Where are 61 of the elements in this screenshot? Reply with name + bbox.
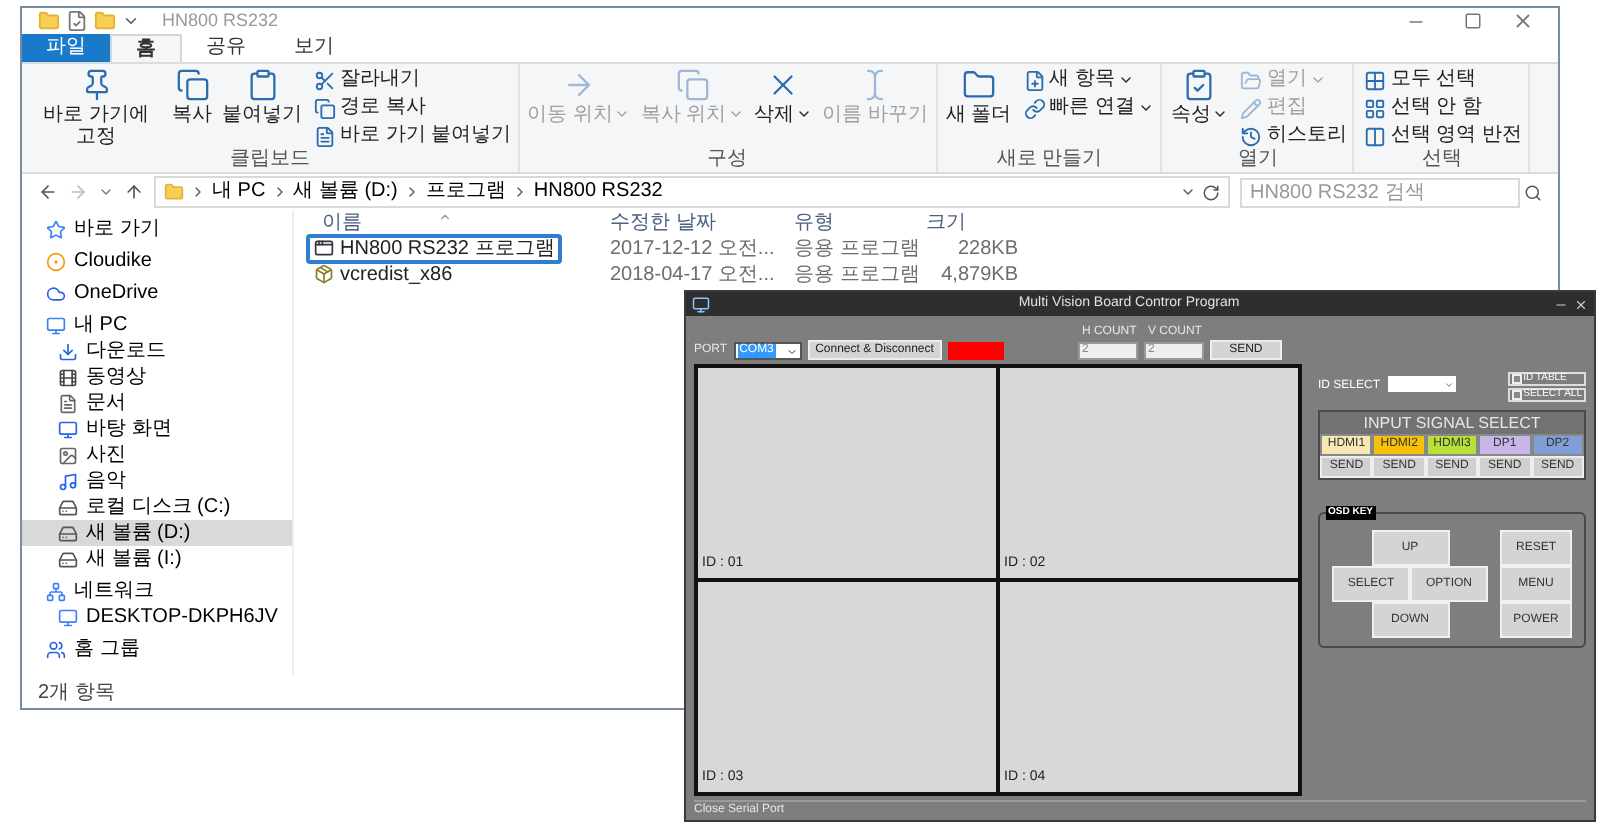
ribbon-tab[interactable]: 홈 <box>110 34 182 62</box>
column-header[interactable]: 크기 <box>922 212 1022 236</box>
ribbon-button[interactable]: 속성 <box>1168 68 1231 126</box>
sidebar-item[interactable]: Cloudike <box>22 248 292 274</box>
ribbon-tab[interactable]: 보기 <box>270 34 358 62</box>
ribbon-button[interactable]: 붙여넣기 <box>220 68 304 126</box>
sidebar-item[interactable]: 동영상 <box>22 364 292 390</box>
file-name[interactable]: vcredist_x86 <box>306 259 461 290</box>
file-date: 2017-12-12 오전... <box>608 238 777 260</box>
sidebar-item[interactable]: 바탕 화면 <box>22 416 292 442</box>
path-segment[interactable]: 프로그램 <box>425 180 506 204</box>
ribbon-button[interactable]: 바로 가기 붙여넣기 <box>314 124 512 148</box>
ribbon-button[interactable]: 선택 영역 반전 <box>1364 124 1523 148</box>
ribbon-tab[interactable]: 파일 <box>22 34 110 62</box>
sidebar-item[interactable]: 다운로드 <box>22 338 292 364</box>
sidebar-item[interactable]: 로컬 디스크 (C:) <box>22 494 292 520</box>
sidebar-item[interactable]: 홈 그룹 <box>22 636 292 662</box>
ribbon-button[interactable]: 모두 선택 <box>1364 68 1523 92</box>
sidebar-item[interactable]: 네트워크 <box>22 578 292 604</box>
file-size: 4,879KB <box>939 264 1020 286</box>
ribbon-button[interactable]: 히스토리 <box>1240 124 1347 148</box>
ribbon-button[interactable]: 바로 가기에 고정 <box>28 68 164 148</box>
address-bar[interactable]: 내 PC 새 볼륨 (D:) 프로그램 HN800 RS232 <box>154 176 1230 208</box>
window-title: HN800 RS232 <box>162 7 279 34</box>
ribbon-button[interactable]: 복사 <box>170 68 214 126</box>
item-count: 2개 항목 <box>38 679 115 707</box>
sidebar-item[interactable]: 바로 가기 <box>22 216 292 242</box>
column-header[interactable]: 이름 <box>306 212 606 236</box>
ribbon-button[interactable]: 새 폴더 <box>943 68 1014 126</box>
file-name[interactable]: HN800 RS232 프로그램 <box>306 233 563 264</box>
sidebar-item[interactable]: 내 PC <box>22 312 292 338</box>
sidebar-item[interactable]: 사진 <box>22 442 292 468</box>
column-header[interactable]: 유형 <box>790 212 922 236</box>
group-label: 구성 <box>705 148 750 172</box>
path-segment[interactable]: HN800 RS232 <box>533 180 663 204</box>
ribbon-tab[interactable]: 공유 <box>182 34 270 62</box>
ribbon-button[interactable]: 경로 복사 <box>314 96 512 120</box>
sidebar-item[interactable]: 문서 <box>22 390 292 416</box>
column-header[interactable]: 수정한 날짜 <box>606 212 790 236</box>
panel-title: INPUT SIGNAL SELECT <box>1361 412 1543 434</box>
path-segment[interactable]: 새 볼륨 (D:) <box>293 180 398 204</box>
ribbon-button[interactable]: 빠른 연결 <box>1023 96 1155 120</box>
file-date: 2018-04-17 오전... <box>608 264 777 286</box>
group-label: 클립보드 <box>227 148 312 172</box>
file-size: 228KB <box>955 238 1020 260</box>
group-label: 새로 만들기 <box>994 148 1105 172</box>
file-type: 응용 프로그램 <box>792 264 922 286</box>
group-label: 열기 <box>1235 148 1280 172</box>
sidebar-item[interactable]: OneDrive <box>22 280 292 306</box>
sidebar-item[interactable]: 새 볼륨 (I:) <box>22 546 292 572</box>
path-segment[interactable]: 내 PC <box>212 180 266 204</box>
file-type: 응용 프로그램 <box>792 238 922 260</box>
ribbon-button[interactable]: 잘라내기 <box>314 68 512 92</box>
ribbon-button[interactable]: 선택 안 함 <box>1364 96 1523 120</box>
group-label: 선택 <box>1419 148 1464 172</box>
ribbon-button[interactable]: 삭제 <box>752 68 815 126</box>
ribbon-button[interactable]: 새 항목 <box>1023 68 1155 92</box>
search-field[interactable]: HN800 RS232 검색 <box>1240 177 1520 207</box>
sidebar-item[interactable]: 음악 <box>22 468 292 494</box>
sidebar-item[interactable]: 새 볼륨 (D:) <box>22 520 292 546</box>
sidebar-item[interactable]: DESKTOP-DKPH6JV <box>22 604 292 630</box>
